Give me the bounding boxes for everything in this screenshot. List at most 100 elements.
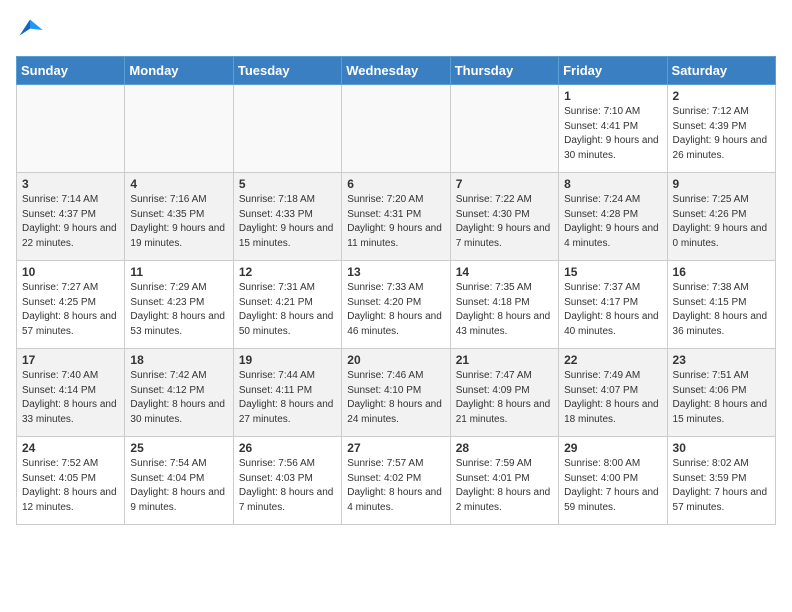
day-info: Sunrise: 7:59 AM Sunset: 4:01 PM Dayligh… xyxy=(456,457,553,515)
day-number: 27 xyxy=(347,441,444,455)
weekday-header-wednesday: Wednesday xyxy=(342,57,450,85)
header-row: SundayMondayTuesdayWednesdayThursdayFrid… xyxy=(17,57,776,85)
day-info: Sunrise: 8:02 AM Sunset: 3:59 PM Dayligh… xyxy=(673,457,770,515)
week-row-3: 17 Sunrise: 7:40 AM Sunset: 4:14 PM Dayli… xyxy=(17,349,776,437)
day-info: Sunrise: 7:52 AM Sunset: 4:05 PM Dayligh… xyxy=(22,457,119,515)
calendar-cell: 22Sunrise: 7:49 AM Sunset: 4:07 PM Dayli… xyxy=(559,349,667,437)
day-number: 23 xyxy=(673,353,770,367)
day-number: 22 xyxy=(564,353,661,367)
day-number: 29 xyxy=(564,441,661,455)
day-number: 4 xyxy=(130,177,227,191)
day-number: 21 xyxy=(456,353,553,367)
calendar-cell: 4 Sunrise: 7:16 AM Sunset: 4:35 PM Daylig… xyxy=(125,173,233,261)
calendar-cell: 7 Sunrise: 7:22 AM Sunset: 4:30 PM Daylig… xyxy=(450,173,558,261)
day-number: 6 xyxy=(347,177,444,191)
calendar-table: SundayMondayTuesdayWednesdayThursdayFrid… xyxy=(16,56,776,525)
week-row-2: 10 Sunrise: 7:27 AM Sunset: 4:25 PM Dayli… xyxy=(17,261,776,349)
calendar-cell: 2 Sunrise: 7:12 AM Sunset: 4:39 PM Daylig… xyxy=(667,85,775,173)
day-number: 8 xyxy=(564,177,661,191)
day-number: 11 xyxy=(130,265,227,279)
day-number: 12 xyxy=(239,265,336,279)
calendar-cell: 9 Sunrise: 7:25 AM Sunset: 4:26 PM Daylig… xyxy=(667,173,775,261)
weekday-header-thursday: Thursday xyxy=(450,57,558,85)
day-number: 17 xyxy=(22,353,119,367)
day-number: 3 xyxy=(22,177,119,191)
week-row-0: 1 Sunrise: 7:10 AM Sunset: 4:41 PM Daylig… xyxy=(17,85,776,173)
calendar-cell xyxy=(450,85,558,173)
calendar-cell: 8Sunrise: 7:24 AM Sunset: 4:28 PM Daylig… xyxy=(559,173,667,261)
logo-icon xyxy=(16,16,44,44)
day-number: 20 xyxy=(347,353,444,367)
day-info: Sunrise: 7:47 AM Sunset: 4:09 PM Dayligh… xyxy=(456,369,553,427)
day-number: 7 xyxy=(456,177,553,191)
calendar-cell: 5 Sunrise: 7:18 AM Sunset: 4:33 PM Daylig… xyxy=(233,173,341,261)
calendar-cell: 13Sunrise: 7:33 AM Sunset: 4:20 PM Dayli… xyxy=(342,261,450,349)
day-info: Sunrise: 7:54 AM Sunset: 4:04 PM Dayligh… xyxy=(130,457,227,515)
calendar-cell: 18Sunrise: 7:42 AM Sunset: 4:12 PM Dayli… xyxy=(125,349,233,437)
calendar-cell: 17 Sunrise: 7:40 AM Sunset: 4:14 PM Dayli… xyxy=(17,349,125,437)
day-number: 16 xyxy=(673,265,770,279)
day-number: 13 xyxy=(347,265,444,279)
day-number: 2 xyxy=(673,89,770,103)
day-info: Sunrise: 7:51 AM Sunset: 4:06 PM Dayligh… xyxy=(673,369,770,427)
calendar-cell xyxy=(125,85,233,173)
week-row-4: 24 Sunrise: 7:52 AM Sunset: 4:05 PM Dayli… xyxy=(17,437,776,525)
calendar-cell: 23 Sunrise: 7:51 AM Sunset: 4:06 PM Dayli… xyxy=(667,349,775,437)
day-number: 9 xyxy=(673,177,770,191)
logo xyxy=(16,16,48,44)
day-info: Sunrise: 7:37 AM Sunset: 4:17 PM Dayligh… xyxy=(564,281,661,339)
weekday-header-saturday: Saturday xyxy=(667,57,775,85)
calendar-cell: 25Sunrise: 7:54 AM Sunset: 4:04 PM Dayli… xyxy=(125,437,233,525)
weekday-header-friday: Friday xyxy=(559,57,667,85)
calendar-cell xyxy=(342,85,450,173)
day-number: 15 xyxy=(564,265,661,279)
day-info: Sunrise: 7:10 AM Sunset: 4:41 PM Dayligh… xyxy=(564,105,661,163)
week-row-1: 3 Sunrise: 7:14 AM Sunset: 4:37 PM Daylig… xyxy=(17,173,776,261)
day-info: Sunrise: 7:14 AM Sunset: 4:37 PM Dayligh… xyxy=(22,193,119,251)
weekday-header-monday: Monday xyxy=(125,57,233,85)
day-number: 24 xyxy=(22,441,119,455)
day-number: 28 xyxy=(456,441,553,455)
day-info: Sunrise: 7:56 AM Sunset: 4:03 PM Dayligh… xyxy=(239,457,336,515)
calendar-cell: 11 Sunrise: 7:29 AM Sunset: 4:23 PM Dayli… xyxy=(125,261,233,349)
day-info: Sunrise: 7:42 AM Sunset: 4:12 PM Dayligh… xyxy=(130,369,227,427)
day-number: 5 xyxy=(239,177,336,191)
calendar-cell: 30 Sunrise: 8:02 AM Sunset: 3:59 PM Dayli… xyxy=(667,437,775,525)
calendar-cell xyxy=(233,85,341,173)
day-info: Sunrise: 7:12 AM Sunset: 4:39 PM Dayligh… xyxy=(673,105,770,163)
day-info: Sunrise: 7:22 AM Sunset: 4:30 PM Dayligh… xyxy=(456,193,553,251)
day-number: 30 xyxy=(673,441,770,455)
calendar-cell: 24 Sunrise: 7:52 AM Sunset: 4:05 PM Dayli… xyxy=(17,437,125,525)
day-number: 19 xyxy=(239,353,336,367)
day-number: 10 xyxy=(22,265,119,279)
day-info: Sunrise: 7:46 AM Sunset: 4:10 PM Dayligh… xyxy=(347,369,444,427)
day-info: Sunrise: 7:20 AM Sunset: 4:31 PM Dayligh… xyxy=(347,193,444,251)
day-info: Sunrise: 7:40 AM Sunset: 4:14 PM Dayligh… xyxy=(22,369,119,427)
day-info: Sunrise: 7:16 AM Sunset: 4:35 PM Dayligh… xyxy=(130,193,227,251)
day-info: Sunrise: 7:18 AM Sunset: 4:33 PM Dayligh… xyxy=(239,193,336,251)
day-number: 26 xyxy=(239,441,336,455)
calendar-cell: 28 Sunrise: 7:59 AM Sunset: 4:01 PM Dayli… xyxy=(450,437,558,525)
day-info: Sunrise: 7:27 AM Sunset: 4:25 PM Dayligh… xyxy=(22,281,119,339)
calendar-cell: 15 Sunrise: 7:37 AM Sunset: 4:17 PM Dayli… xyxy=(559,261,667,349)
calendar-cell: 27 Sunrise: 7:57 AM Sunset: 4:02 PM Dayli… xyxy=(342,437,450,525)
calendar-cell xyxy=(17,85,125,173)
calendar-cell: 20 Sunrise: 7:46 AM Sunset: 4:10 PM Dayli… xyxy=(342,349,450,437)
day-info: Sunrise: 7:29 AM Sunset: 4:23 PM Dayligh… xyxy=(130,281,227,339)
calendar-cell: 6 Sunrise: 7:20 AM Sunset: 4:31 PM Daylig… xyxy=(342,173,450,261)
calendar-cell: 21 Sunrise: 7:47 AM Sunset: 4:09 PM Dayli… xyxy=(450,349,558,437)
calendar-cell: 12Sunrise: 7:31 AM Sunset: 4:21 PM Dayli… xyxy=(233,261,341,349)
calendar-cell: 14Sunrise: 7:35 AM Sunset: 4:18 PM Dayli… xyxy=(450,261,558,349)
weekday-header-tuesday: Tuesday xyxy=(233,57,341,85)
day-info: Sunrise: 7:57 AM Sunset: 4:02 PM Dayligh… xyxy=(347,457,444,515)
calendar-cell: 1 Sunrise: 7:10 AM Sunset: 4:41 PM Daylig… xyxy=(559,85,667,173)
day-info: Sunrise: 8:00 AM Sunset: 4:00 PM Dayligh… xyxy=(564,457,661,515)
calendar-cell: 16Sunrise: 7:38 AM Sunset: 4:15 PM Dayli… xyxy=(667,261,775,349)
day-info: Sunrise: 7:25 AM Sunset: 4:26 PM Dayligh… xyxy=(673,193,770,251)
day-info: Sunrise: 7:44 AM Sunset: 4:11 PM Dayligh… xyxy=(239,369,336,427)
calendar-cell: 29 Sunrise: 8:00 AM Sunset: 4:00 PM Dayli… xyxy=(559,437,667,525)
calendar-cell: 26 Sunrise: 7:56 AM Sunset: 4:03 PM Dayli… xyxy=(233,437,341,525)
day-info: Sunrise: 7:35 AM Sunset: 4:18 PM Dayligh… xyxy=(456,281,553,339)
weekday-header-sunday: Sunday xyxy=(17,57,125,85)
day-number: 1 xyxy=(564,89,661,103)
